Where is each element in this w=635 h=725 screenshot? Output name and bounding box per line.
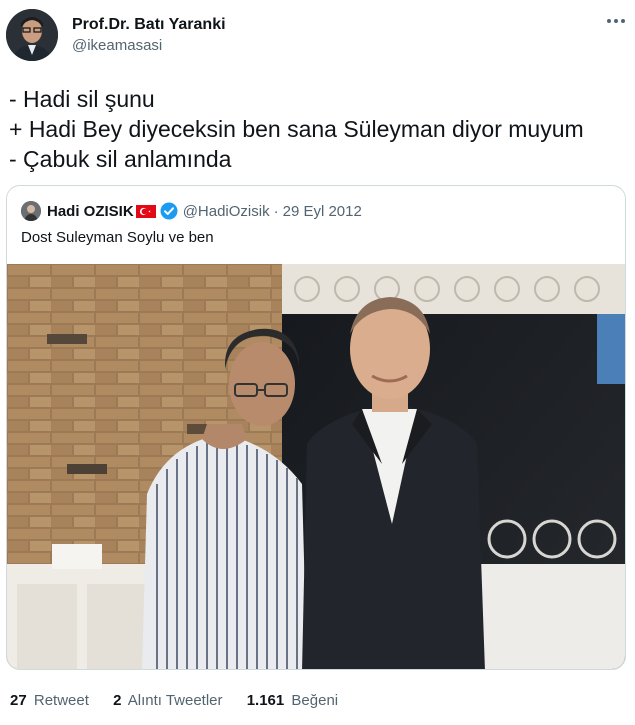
likes-label: Beğeni xyxy=(291,692,339,709)
tweet-line: + Hadi Bey diyeceksin ben sana Süleyman … xyxy=(9,116,584,142)
person-avatar-icon xyxy=(21,201,41,221)
retweets-label: Retweet xyxy=(33,692,89,709)
quoted-author-handle[interactable]: @HadiOzisik xyxy=(183,203,270,220)
meta-separator: · xyxy=(273,202,279,220)
quoted-tweet-text: Dost Suleyman Soylu ve ben xyxy=(21,229,214,246)
quoted-photo[interactable] xyxy=(7,264,625,669)
quoted-tweet[interactable]: Hadi OZISIK @HadiOzisik · 29 Eyl 2012 Do… xyxy=(6,185,626,670)
author-display-name[interactable]: Prof.Dr. Batı Yaranki xyxy=(72,15,226,35)
person-avatar-icon xyxy=(6,9,58,61)
tweet-header: Prof.Dr. Batı Yaranki @ikeamasasi xyxy=(6,9,629,63)
quote-tweets-count: 2 xyxy=(113,692,122,709)
quoted-author-avatar[interactable] xyxy=(21,201,41,221)
likes-count: 1.161 xyxy=(246,692,285,709)
quoted-tweet-header: Hadi OZISIK @HadiOzisik · 29 Eyl 2012 xyxy=(21,200,362,222)
quoted-date[interactable]: 29 Eyl 2012 xyxy=(283,203,362,220)
author-avatar[interactable] xyxy=(6,9,58,61)
quoted-author-name[interactable]: Hadi OZISIK xyxy=(47,203,134,220)
more-horizontal-icon xyxy=(607,19,625,23)
tweet-line: - Çabuk sil anlamında xyxy=(9,146,232,172)
quote-tweets-label: Alıntı Tweetler xyxy=(127,692,223,709)
turkey-flag-icon xyxy=(135,204,156,218)
retweets-count: 27 xyxy=(10,692,27,709)
tweet-body: - Hadi sil şunu + Hadi Bey diyeceksin be… xyxy=(9,84,631,174)
quote-tweets-stat[interactable]: 2 Alıntı Tweetler xyxy=(113,691,222,711)
likes-stat[interactable]: 1.161 Beğeni xyxy=(247,691,338,711)
photo-image xyxy=(7,264,625,669)
tweet-line: - Hadi sil şunu xyxy=(9,86,155,112)
author-handle[interactable]: @ikeamasasi xyxy=(72,36,226,56)
verified-badge-icon xyxy=(160,202,178,220)
more-options-button[interactable] xyxy=(605,11,627,31)
retweets-stat[interactable]: 27 Retweet xyxy=(10,691,89,711)
tweet-stats: 27 Retweet 2 Alıntı Tweetler 1.161 Beğen… xyxy=(10,691,358,711)
